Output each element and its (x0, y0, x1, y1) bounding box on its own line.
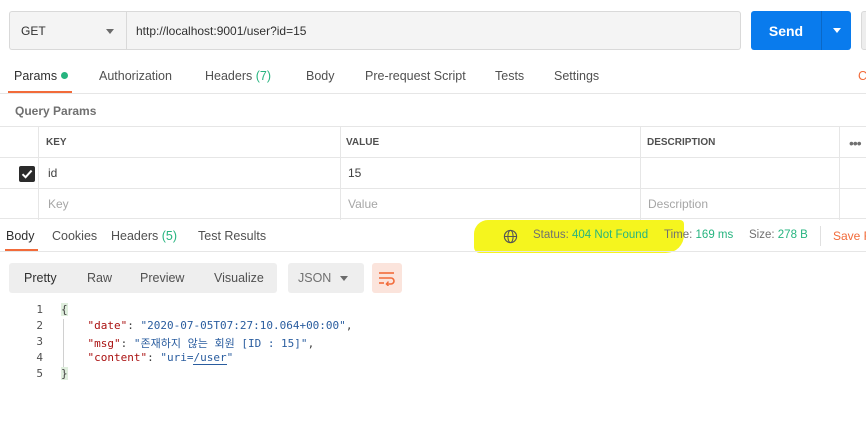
tab-body[interactable]: Body (306, 69, 335, 83)
param-key-input[interactable]: id (48, 158, 57, 188)
resp-tab-body[interactable]: Body (6, 229, 35, 243)
view-preview-button[interactable]: Preview (140, 271, 184, 285)
active-tab-indicator (5, 249, 38, 251)
json-key: "content" (87, 351, 148, 364)
request-tabs: Params Authorization Headers (7) Body Pr… (0, 60, 866, 94)
line-number: 5 (36, 367, 43, 380)
method-select[interactable]: GET (9, 11, 126, 50)
param-enabled-checkbox[interactable] (19, 166, 35, 182)
tab-label: Body (306, 69, 335, 83)
column-header-value: VALUE (346, 136, 380, 148)
time-label: Time: (664, 229, 693, 241)
active-params-dot-icon (61, 72, 69, 79)
response-size[interactable]: Size: 278 B (749, 229, 808, 241)
view-raw-button[interactable]: Raw (87, 271, 112, 285)
json-value: "존재하지 않는 회원 [ID : 15]" (133, 337, 308, 350)
time-value: 169 ms (695, 229, 734, 241)
view-mode-toggle: Pretty Raw Preview Visualize (9, 263, 277, 293)
tab-label: Test Results (198, 229, 267, 243)
chevron-down-icon (340, 276, 348, 281)
tab-label: Cookies (52, 229, 98, 243)
code-line: "content": "uri=/user" (87, 351, 234, 365)
size-value: 278 B (777, 229, 808, 241)
resp-tab-test-results[interactable]: Test Results (198, 229, 266, 243)
send-button[interactable]: Send (751, 11, 821, 50)
tab-count: (7) (255, 69, 272, 83)
tab-tests[interactable]: Tests (495, 69, 524, 83)
table-row-new: Key Value Description (0, 189, 866, 220)
json-value-link[interactable]: /user (193, 351, 227, 365)
json-close-brace: } (61, 367, 68, 380)
chevron-down-icon (833, 28, 841, 33)
active-tab-indicator (8, 91, 72, 93)
new-description-input[interactable]: Description (648, 189, 708, 219)
tab-label: Tests (495, 69, 525, 83)
cookies-link[interactable]: C (858, 69, 866, 83)
wrap-lines-button[interactable] (372, 263, 402, 293)
new-key-input[interactable]: Key (48, 189, 69, 219)
code-line: "date": "2020-07-05T07:27:10.064+00:00", (87, 319, 353, 332)
table-header-row: KEY VALUE DESCRIPTION ••• (0, 127, 866, 158)
chevron-down-icon (106, 29, 114, 34)
method-value: GET (21, 23, 46, 38)
format-select[interactable]: JSON (288, 263, 364, 293)
tab-label: Settings (554, 69, 600, 83)
query-params-title: Query Params (15, 104, 97, 118)
view-pretty-button[interactable]: Pretty (24, 271, 57, 285)
params-table: KEY VALUE DESCRIPTION ••• id 15 Key Valu… (0, 126, 866, 220)
globe-icon[interactable] (503, 229, 518, 244)
size-label: Size: (749, 229, 775, 241)
line-number: 4 (36, 351, 43, 364)
checkmark-icon (21, 169, 33, 179)
tab-label: Headers (205, 69, 253, 83)
resp-tab-cookies[interactable]: Cookies (52, 229, 97, 243)
tab-label: Headers (111, 229, 159, 243)
view-visualize-button[interactable]: Visualize (214, 271, 264, 285)
column-header-key: KEY (46, 136, 67, 148)
status-label: Status: (533, 229, 569, 241)
ellipsis-icon[interactable]: ••• (849, 135, 862, 151)
tab-label: Authorization (99, 69, 172, 83)
tab-label: Pre-request Script (365, 69, 466, 83)
json-value-suffix: " (226, 351, 234, 364)
code-line: "msg": "존재하지 않는 회원 [ID : 15]", (87, 337, 315, 350)
url-input[interactable]: http://localhost:9001/user?id=15 (126, 11, 741, 50)
save-response-button[interactable]: Save R (833, 229, 866, 243)
column-header-description: DESCRIPTION (647, 136, 716, 148)
tab-headers[interactable]: Headers (7) (205, 69, 271, 83)
wrap-lines-icon (379, 272, 395, 286)
tab-params[interactable]: Params (14, 69, 69, 83)
response-status[interactable]: Status: 404 Not Found (533, 229, 648, 241)
tab-count: (5) (161, 229, 178, 243)
tab-settings[interactable]: Settings (554, 69, 599, 83)
line-number: 2 (36, 319, 43, 332)
line-number: 1 (36, 303, 43, 316)
divider (820, 226, 821, 246)
code-line: { (61, 303, 68, 316)
response-time[interactable]: Time: 169 ms (664, 229, 733, 241)
format-value: JSON (298, 271, 332, 285)
json-value-prefix: "uri= (160, 351, 194, 364)
tab-authorization[interactable]: Authorization (99, 69, 172, 83)
param-value-input[interactable]: 15 (348, 158, 361, 188)
send-options-button[interactable] (821, 11, 851, 50)
json-key: "date" (87, 319, 128, 332)
new-value-input[interactable]: Value (348, 189, 378, 219)
tab-label: Body (6, 229, 35, 243)
table-row: id 15 (0, 158, 866, 189)
status-value: 404 Not Found (572, 229, 649, 241)
tab-label: Params (14, 69, 58, 83)
response-tabs: Body Cookies Headers (5) Test Results (0, 220, 866, 252)
json-key: "msg" (87, 337, 121, 350)
resp-tab-headers[interactable]: Headers (5) (111, 229, 177, 243)
line-number: 3 (36, 335, 43, 348)
save-button[interactable] (861, 11, 866, 50)
json-value: "2020-07-05T07:27:10.064+00:00" (140, 319, 346, 332)
tab-pre-request-script[interactable]: Pre-request Script (365, 69, 466, 83)
json-open-brace: { (61, 303, 68, 316)
code-line: } (61, 367, 68, 380)
